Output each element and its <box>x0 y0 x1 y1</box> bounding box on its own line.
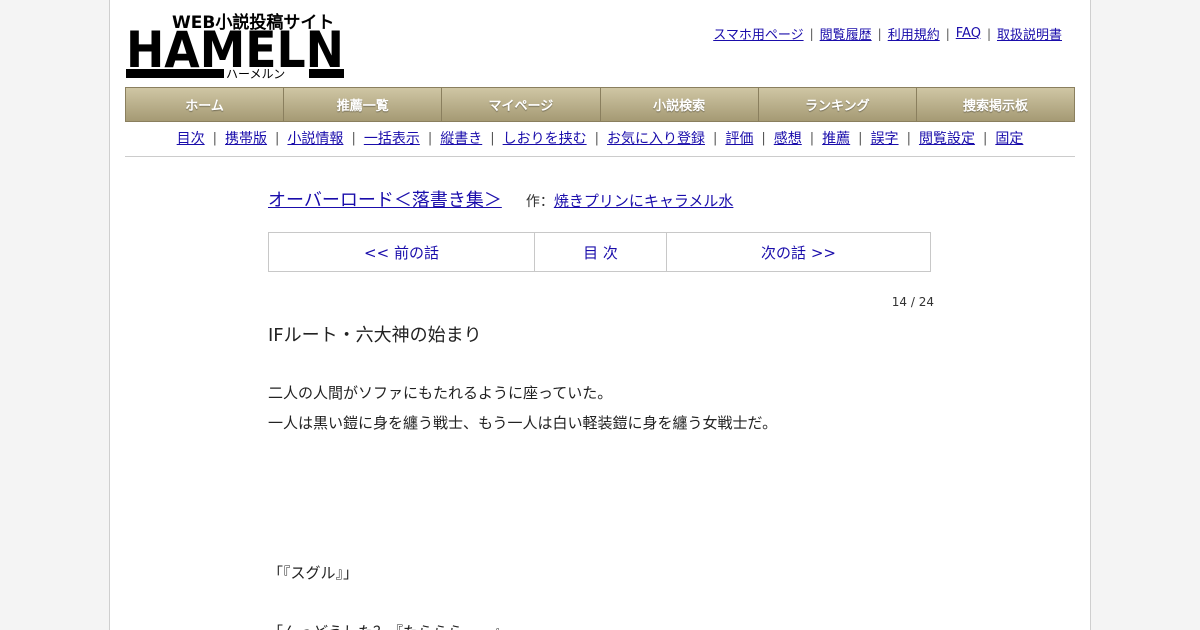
subnav-favorite[interactable]: お気に入り登録 <box>607 128 705 148</box>
nav-ranking[interactable]: ランキング <box>759 88 917 121</box>
nav-board[interactable]: 捜索掲示板 <box>917 88 1074 121</box>
body-line: 「『スグル』」 <box>268 564 359 582</box>
subnav-vertical[interactable]: 縦書き <box>440 128 482 148</box>
subnav-all[interactable]: 一括表示 <box>364 128 420 148</box>
toc-button[interactable]: 目 次 <box>534 233 666 271</box>
author-label: 作： <box>525 194 554 210</box>
nav-home[interactable]: ホーム <box>126 88 285 121</box>
next-episode-button[interactable]: 次の話 >> <box>666 233 930 271</box>
novel-header: オーバーロード＜落書き集＞ 作： 焼きプリンにキャラメル水 <box>268 186 948 212</box>
body-line: 「んっどうした？『たらららーー』 <box>268 621 508 630</box>
author-link[interactable]: 焼きプリンにキャラメル水 <box>554 190 734 211</box>
subnav-mobile[interactable]: 携帯版 <box>225 128 267 148</box>
top-links: スマホ用ページ | 閲覧履歴 | 利用規約 | FAQ | 取扱説明書 <box>713 24 1062 43</box>
link-terms[interactable]: 利用規約 <box>888 24 940 43</box>
novel-subnav: 目次 | 携帯版 | 小説情報 | 一括表示 | 縦書き | しおりを挟む | … <box>125 128 1075 148</box>
subnav-bookmark[interactable]: しおりを挟む <box>503 128 587 148</box>
nav-recommend[interactable]: 推薦一覧 <box>284 88 443 121</box>
novel-title-link[interactable]: オーバーロード＜落書き集＞ <box>268 186 502 212</box>
body-line: 一人は黒い鎧に身を纏う戦士、もう一人は白い軽装鎧に身を纏う女戦士だ。 <box>268 414 778 432</box>
subnav-rate[interactable]: 評価 <box>725 128 753 148</box>
hameln-logo[interactable]: WEB小説投稿サイト HAMELN ハーメルン <box>126 10 346 80</box>
subnav-recommend[interactable]: 推薦 <box>822 128 850 148</box>
divider <box>125 156 1075 157</box>
episode-counter: 14 / 24 <box>891 295 934 309</box>
subnav-typo[interactable]: 誤字 <box>871 128 899 148</box>
main-nav: ホーム 推薦一覧 マイページ 小説検索 ランキング 捜索掲示板 <box>125 87 1075 122</box>
subnav-pin[interactable]: 固定 <box>995 128 1023 148</box>
link-smartphone[interactable]: スマホ用ページ <box>713 24 803 43</box>
body-line: 二人の人間がソファにもたれるように座っていた。 <box>268 384 613 402</box>
link-manual[interactable]: 取扱説明書 <box>997 24 1062 43</box>
link-history[interactable]: 閲覧履歴 <box>820 24 872 43</box>
logo-kana: ハーメルン <box>226 67 285 80</box>
chapter-title: IFルート・六大神の始まり <box>268 325 482 346</box>
link-faq[interactable]: FAQ <box>956 26 981 41</box>
subnav-toc[interactable]: 目次 <box>177 128 205 148</box>
prev-episode-button[interactable]: << 前の話 <box>269 233 534 271</box>
episode-nav: << 前の話 目 次 次の話 >> <box>268 232 931 272</box>
nav-mypage[interactable]: マイページ <box>442 88 601 121</box>
nav-search[interactable]: 小説検索 <box>601 88 759 121</box>
subnav-review[interactable]: 感想 <box>774 128 802 148</box>
page-container: WEB小説投稿サイト HAMELN ハーメルン スマホ用ページ | 閲覧履歴 |… <box>109 0 1091 630</box>
subnav-settings[interactable]: 閲覧設定 <box>919 128 975 148</box>
subnav-info[interactable]: 小説情報 <box>287 128 343 148</box>
